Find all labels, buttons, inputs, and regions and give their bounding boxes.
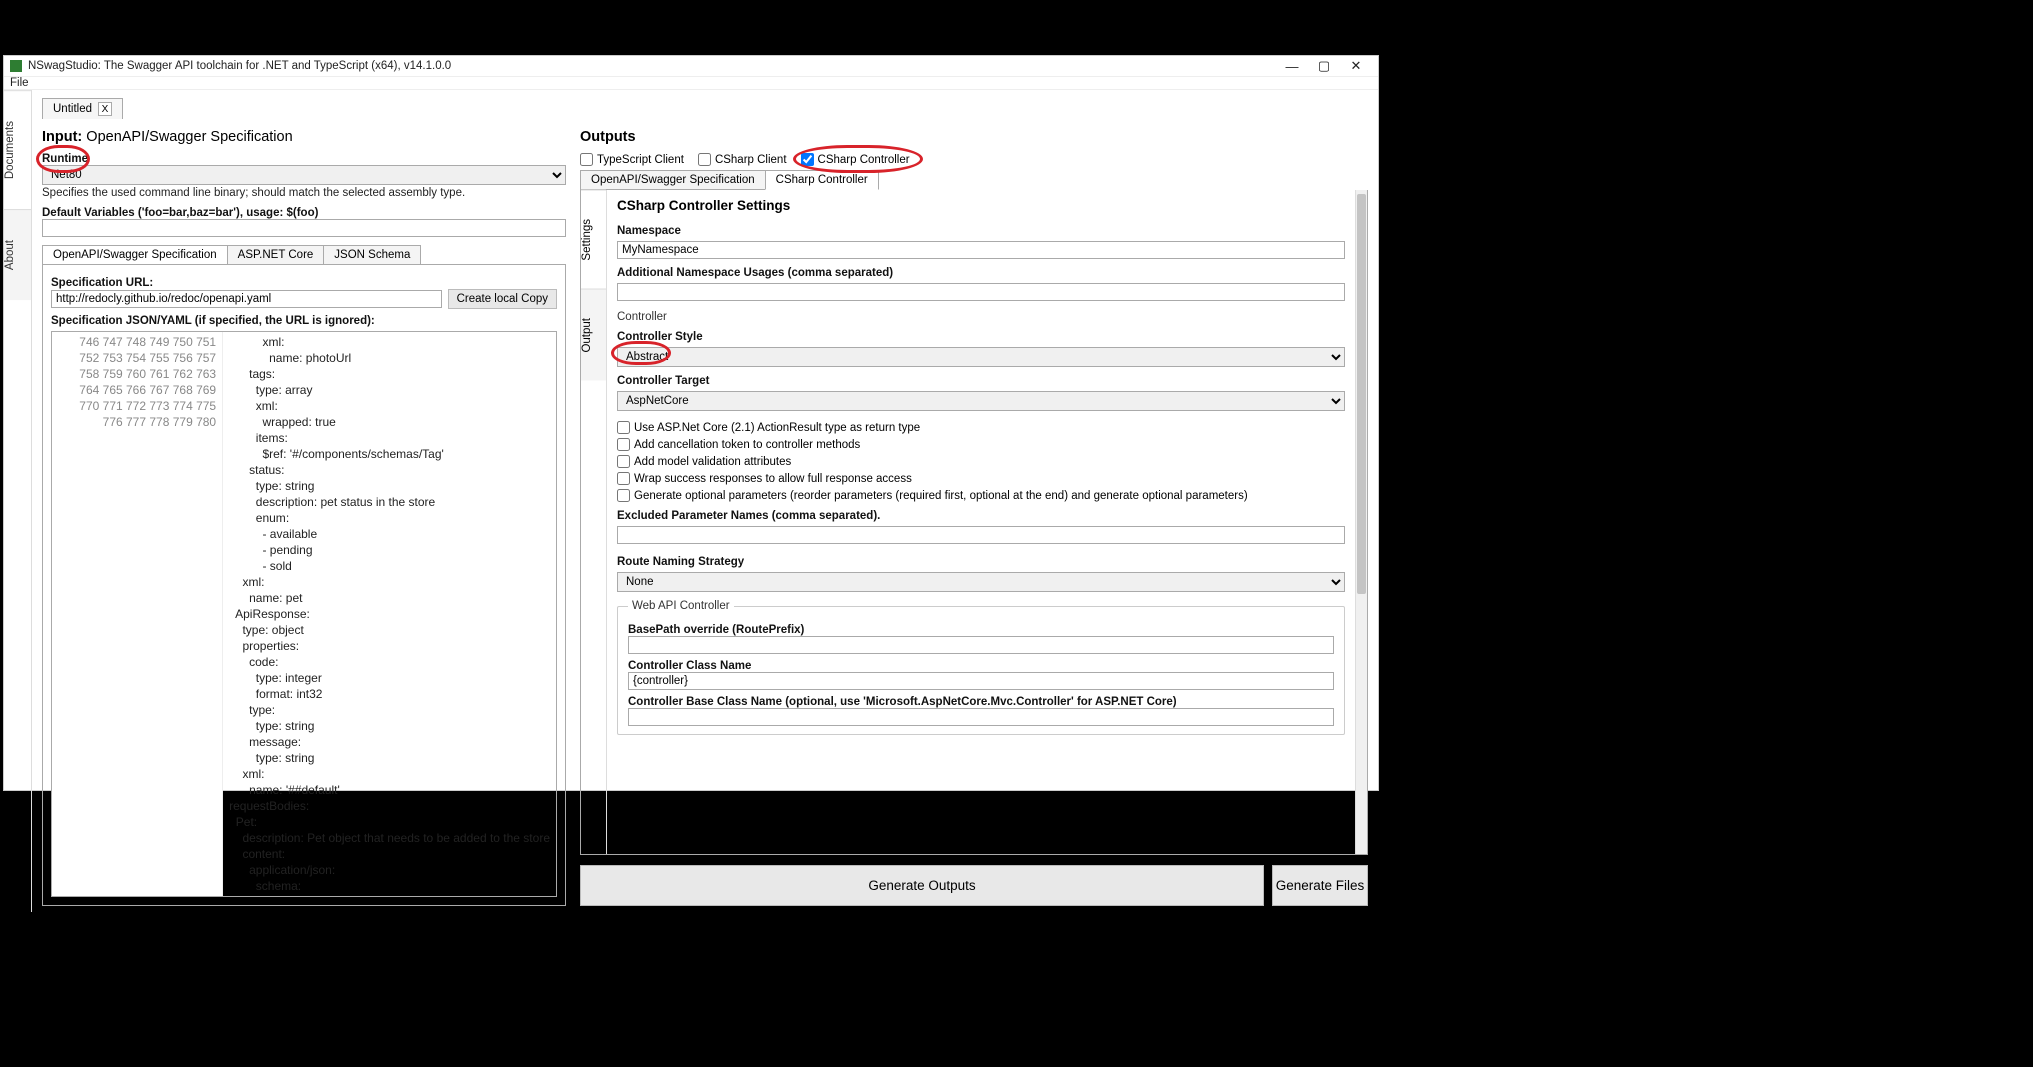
sidetab-documents[interactable]: Documents — [4, 90, 31, 209]
document-tab[interactable]: Untitled X — [42, 98, 123, 119]
tab-spec[interactable]: OpenAPI/Swagger Specification — [42, 245, 228, 264]
cb-actionresult[interactable]: Use ASP.Net Core (2.1) ActionResult type… — [617, 421, 1345, 434]
settings-scrollthumb[interactable] — [1357, 194, 1366, 594]
spec-url-label: Specification URL: — [51, 277, 557, 289]
generate-outputs-button[interactable]: Generate Outputs — [580, 865, 1264, 906]
app-icon — [10, 60, 22, 72]
minimize-button[interactable]: — — [1276, 56, 1308, 76]
vtab-output[interactable]: Output — [581, 289, 606, 381]
default-vars-label: Default Variables ('foo=bar,baz=bar'), u… — [42, 207, 566, 219]
generate-files-button[interactable]: Generate Files — [1272, 865, 1368, 906]
maximize-button[interactable]: ▢ — [1308, 56, 1340, 76]
checkbox-csharp-controller[interactable]: CSharp Controller — [801, 153, 910, 166]
controller-style-select[interactable]: Abstract — [617, 347, 1345, 367]
addns-label: Additional Namespace Usages (comma separ… — [617, 267, 1345, 279]
route-naming-select[interactable]: None — [617, 572, 1345, 592]
titlebar: NSwagStudio: The Swagger API toolchain f… — [4, 56, 1378, 77]
vtab-settings[interactable]: Settings — [581, 190, 606, 289]
basepath-label: BasePath override (RoutePrefix) — [628, 624, 1334, 636]
runtime-label: Runtime — [42, 153, 566, 165]
webapi-legend: Web API Controller — [628, 600, 734, 612]
controller-group-label: Controller — [617, 311, 1345, 323]
tab-aspnetcore[interactable]: ASP.NET Core — [227, 245, 325, 264]
app-window: NSwagStudio: The Swagger API toolchain f… — [3, 55, 1379, 791]
output-tab-spec[interactable]: OpenAPI/Swagger Specification — [580, 170, 766, 190]
document-tab-label: Untitled — [53, 103, 92, 115]
baseclass-label: Controller Base Class Name (optional, us… — [628, 696, 1334, 708]
input-pane: Input: OpenAPI/Swagger Specification Run… — [42, 129, 566, 906]
menubar: File — [4, 77, 1378, 90]
controller-settings-panel: CSharp Controller Settings Namespace Add… — [607, 190, 1355, 854]
cb-optional-params[interactable]: Generate optional parameters (reorder pa… — [617, 489, 1345, 502]
settings-scrollbar[interactable] — [1355, 190, 1367, 854]
basepath-input[interactable] — [628, 636, 1334, 654]
default-vars-input[interactable] — [42, 219, 566, 237]
yaml-editor[interactable]: 746 747 748 749 750 751 752 753 754 755 … — [51, 331, 557, 897]
content-area: Untitled X Input: OpenAPI/Swagger Specif… — [32, 90, 1378, 912]
window-title: NSwagStudio: The Swagger API toolchain f… — [28, 60, 1276, 72]
excluded-params-input[interactable] — [617, 526, 1345, 544]
outputs-pane: Outputs TypeScript Client CSharp Client … — [580, 129, 1368, 906]
menu-file[interactable]: File — [10, 77, 29, 89]
yaml-editor-gutter: 746 747 748 749 750 751 752 753 754 755 … — [52, 332, 223, 896]
controller-style-label: Controller Style — [617, 331, 1345, 343]
cb-cancellation-token[interactable]: Add cancellation token to controller met… — [617, 438, 1345, 451]
tab-jsonschema[interactable]: JSON Schema — [323, 245, 421, 264]
outputs-heading: Outputs — [580, 129, 1368, 145]
output-tab-csharp-controller[interactable]: CSharp Controller — [765, 170, 879, 190]
create-local-copy-button[interactable]: Create local Copy — [448, 289, 557, 309]
input-heading: Input: OpenAPI/Swagger Specification — [42, 129, 566, 145]
spec-url-input[interactable] — [51, 290, 442, 308]
classname-input[interactable] — [628, 672, 1334, 690]
namespace-input[interactable] — [617, 241, 1345, 259]
route-naming-label: Route Naming Strategy — [617, 556, 1345, 568]
settings-title: CSharp Controller Settings — [617, 198, 1345, 213]
controller-target-label: Controller Target — [617, 375, 1345, 387]
runtime-select[interactable]: Net80 — [42, 165, 566, 185]
cb-model-validation[interactable]: Add model validation attributes — [617, 455, 1345, 468]
spec-yaml-label: Specification JSON/YAML (if specified, t… — [51, 315, 557, 327]
sidetab-about[interactable]: About — [4, 209, 31, 300]
checkbox-csharp-client[interactable]: CSharp Client — [698, 153, 787, 166]
baseclass-input[interactable] — [628, 708, 1334, 726]
input-inner-tabs: OpenAPI/Swagger Specification ASP.NET Co… — [42, 245, 566, 265]
excluded-params-label: Excluded Parameter Names (comma separate… — [617, 510, 1345, 522]
classname-label: Controller Class Name — [628, 660, 1334, 672]
runtime-hint: Specifies the used command line binary; … — [42, 187, 566, 199]
left-sidetabs: Documents About — [4, 90, 32, 912]
close-button[interactable]: ✕ — [1340, 56, 1372, 76]
addns-input[interactable] — [617, 283, 1345, 301]
namespace-label: Namespace — [617, 225, 1345, 237]
controller-target-select[interactable]: AspNetCore — [617, 391, 1345, 411]
cb-wrap-success[interactable]: Wrap success responses to allow full res… — [617, 472, 1345, 485]
webapi-fieldset: Web API Controller BasePath override (Ro… — [617, 600, 1345, 735]
document-tab-close[interactable]: X — [98, 102, 112, 116]
checkbox-typescript-client[interactable]: TypeScript Client — [580, 153, 684, 166]
yaml-editor-text[interactable]: xml: name: photoUrl tags: type: array xm… — [223, 332, 556, 896]
